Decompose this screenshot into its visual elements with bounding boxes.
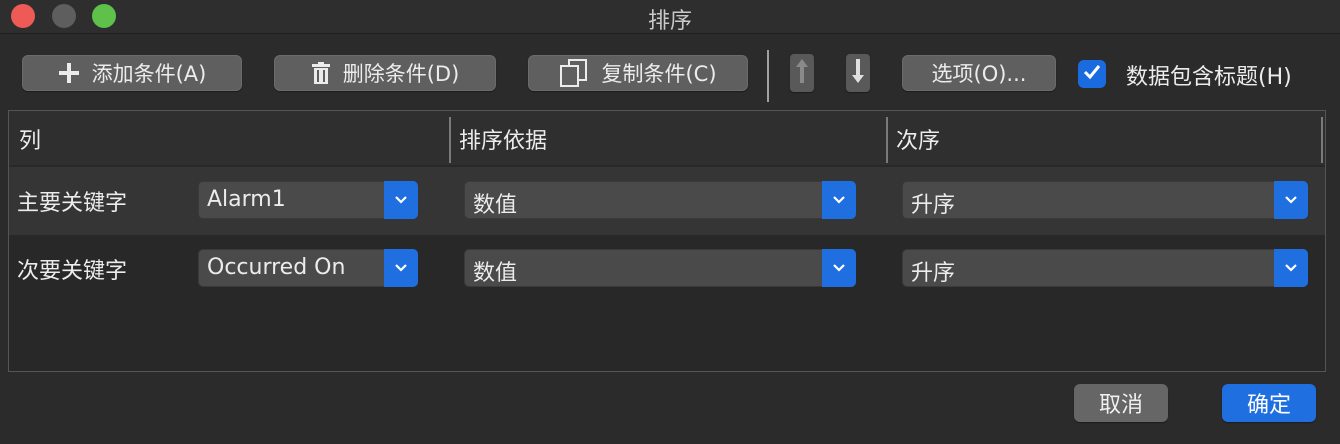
cancel-button[interactable]: 取消 (1074, 384, 1168, 422)
select-value: 升序 (911, 193, 956, 218)
primary-sort-on-select[interactable]: 数值 (464, 181, 856, 219)
secondary-key-label: 次要关键字 (17, 259, 128, 284)
secondary-column-select[interactable]: Occurred On (198, 249, 418, 287)
arrow-down-icon (851, 58, 865, 88)
select-value: 数值 (473, 261, 518, 286)
column-header-order: 次序 (896, 129, 941, 154)
header-checkbox-label[interactable]: 数据包含标题(H) (1126, 59, 1292, 91)
select-value: Alarm1 (207, 187, 286, 212)
plus-icon (58, 62, 80, 84)
select-value: 数值 (473, 193, 518, 218)
secondary-order-select[interactable]: 升序 (902, 249, 1308, 287)
primary-order-select[interactable]: 升序 (902, 181, 1308, 219)
column-header-column: 列 (19, 129, 42, 154)
select-value: Occurred On (207, 255, 346, 280)
column-header-sort-on: 排序依据 (459, 129, 548, 154)
options-label: 选项(O)... (931, 62, 1027, 86)
add-condition-label: 添加条件(A) (91, 62, 207, 86)
chevron-down-icon[interactable] (822, 181, 856, 219)
add-condition-button[interactable]: 添加条件(A) (22, 55, 242, 91)
header-divider[interactable] (886, 117, 888, 163)
primary-key-label: 主要关键字 (17, 191, 128, 216)
copy-condition-button[interactable]: 复制条件(C) (528, 55, 748, 91)
move-down-button[interactable] (846, 54, 870, 92)
chevron-down-icon[interactable] (1274, 249, 1308, 287)
title-bar: 排序 (0, 0, 1340, 34)
copy-icon (559, 59, 589, 87)
delete-condition-label: 删除条件(D) (342, 62, 460, 86)
checkmark-icon (1083, 64, 1101, 84)
header-checkbox[interactable] (1078, 60, 1106, 88)
toolbar-divider (767, 50, 769, 102)
secondary-sort-on-select[interactable]: 数值 (464, 249, 856, 287)
header-divider[interactable] (449, 117, 451, 163)
chevron-down-icon[interactable] (822, 249, 856, 287)
chevron-down-icon[interactable] (384, 181, 418, 219)
select-value: 升序 (911, 261, 956, 286)
ok-button[interactable]: 确定 (1222, 384, 1316, 422)
arrow-up-icon (795, 58, 809, 88)
trash-icon (311, 62, 331, 84)
table-row[interactable]: 主要关键字 Alarm1 数值 升序 (9, 167, 1325, 235)
primary-column-select[interactable]: Alarm1 (198, 181, 418, 219)
copy-condition-label: 复制条件(C) (601, 62, 717, 86)
header-divider[interactable] (1321, 117, 1323, 163)
table-header: 列 排序依据 次序 (9, 111, 1325, 165)
move-up-button[interactable] (790, 54, 814, 92)
table-row[interactable]: 次要关键字 Occurred On 数值 升序 (9, 235, 1325, 303)
chevron-down-icon[interactable] (384, 249, 418, 287)
chevron-down-icon[interactable] (1274, 181, 1308, 219)
delete-condition-button[interactable]: 删除条件(D) (274, 55, 496, 91)
window-title: 排序 (647, 9, 692, 34)
sort-conditions-table: 列 排序依据 次序 主要关键字 Alarm1 数值 升序 次要关键字 Occur… (8, 110, 1326, 372)
options-button[interactable]: 选项(O)... (902, 55, 1056, 91)
